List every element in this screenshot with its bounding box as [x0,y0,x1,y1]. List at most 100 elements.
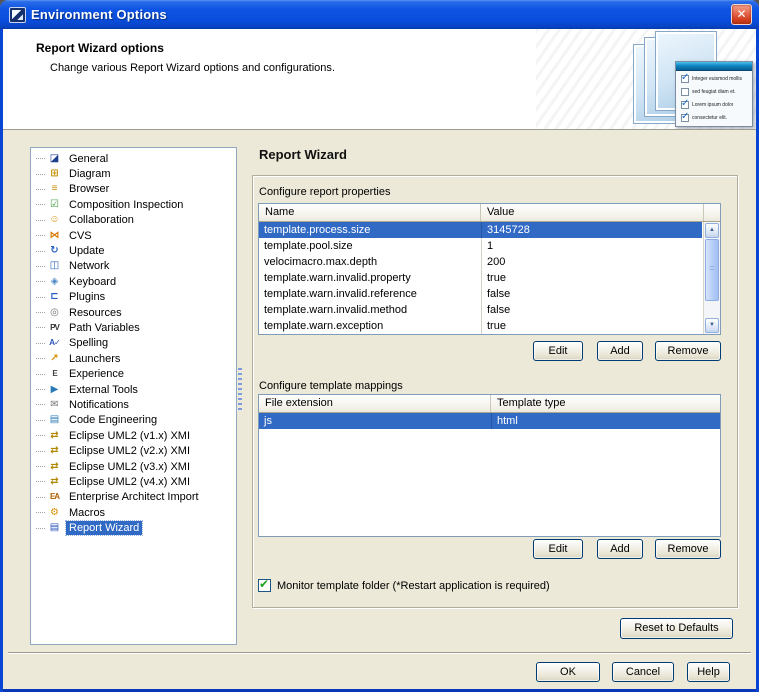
mapping-row[interactable]: jshtml [259,413,720,429]
sidebar-item-update[interactable]: ↻ Update [31,243,236,258]
sidebar-item-label: CVS [66,229,95,243]
sidebar-item-label: Composition Inspection [66,198,186,212]
sidebar-item-eclipse-uml2-v1-x-xmi[interactable]: ⇄Eclipse UML2 (v1.x) XMI [31,428,236,443]
properties-edit-button[interactable]: Edit [533,341,583,361]
checklist-item-label: Integer euismod mollis [692,76,742,82]
checklist-item: sed feugiat diam et. [681,87,748,97]
sidebar-item-experience[interactable]: EExperience [31,366,236,381]
cancel-button[interactable]: Cancel [612,662,674,682]
keyboard-icon: ◈ [47,275,62,289]
column-header-value[interactable]: Value [481,204,704,221]
checked-checkbox-icon [681,114,689,122]
properties-scrollbar[interactable]: ▲ ▼ [703,222,720,334]
sidebar-item-external-tools[interactable]: ▶External Tools [31,382,236,397]
sidebar-item-label: Experience [66,367,127,381]
sidebar-item-enterprise-architect-import[interactable]: EAEnterprise Architect Import [31,490,236,505]
ok-button[interactable]: OK [536,662,600,682]
resources-icon: ◎ [47,306,62,320]
tree-connector [36,158,45,159]
sidebar-item-label: Update [66,244,107,258]
tree-connector [36,389,45,390]
eclipse-uml2-v1-icon: ⇄ [47,429,62,443]
scroll-up-icon[interactable]: ▲ [705,223,719,238]
scroll-down-icon[interactable]: ▼ [705,318,719,333]
sidebar-item-label: Code Engineering [66,413,160,427]
sidebar-item-collaboration[interactable]: ☺Collaboration [31,213,236,228]
property-row[interactable]: template.process.size3145728 [259,222,702,238]
sidebar-item-cvs[interactable]: ⋈CVS [31,228,236,243]
sidebar-item-composition-inspection[interactable]: ☑Composition Inspection [31,197,236,212]
mappings-section-label: Configure template mappings [259,380,403,392]
sidebar-item-macros[interactable]: ⚙Macros [31,505,236,520]
sidebar-item-label: Diagram [66,167,114,181]
mappings-table-header[interactable]: File extension Template type [259,395,720,413]
cell-name: template.warn.invalid.property [259,270,481,286]
sidebar-item-keyboard[interactable]: ◈Keyboard [31,274,236,289]
title-bar[interactable]: Environment Options ✕ [0,0,759,29]
reset-to-defaults-button[interactable]: Reset to Defaults [620,618,733,639]
sidebar-item-label: Plugins [66,290,108,304]
mappings-add-button[interactable]: Add [597,539,643,559]
sidebar-item-network[interactable]: ◫Network [31,259,236,274]
sidebar-item-label: Launchers [66,352,123,366]
diagram-icon: ⊞ [47,167,62,181]
tree-connector [36,189,45,190]
sidebar-item-launchers[interactable]: ↗Launchers [31,351,236,366]
column-header-name[interactable]: Name [259,204,481,221]
sidebar-item-label: Path Variables [66,321,143,335]
property-row[interactable]: template.pool.size1 [259,238,702,254]
eclipse-uml2-v2-icon: ⇄ [47,444,62,458]
tree-connector [36,235,45,236]
cell-value: false [481,302,702,318]
sidebar-item-label: External Tools [66,383,141,397]
banner-description: Change various Report Wizard options and… [50,62,335,74]
splitter-handle[interactable] [238,368,242,413]
cell-name: template.warn.invalid.reference [259,286,481,302]
help-button[interactable]: Help [687,662,730,682]
eclipse-uml2-v3-icon: ⇄ [47,460,62,474]
sidebar-item-eclipse-uml2-v2-x-xmi[interactable]: ⇄Eclipse UML2 (v2.x) XMI [31,443,236,458]
sidebar-item-eclipse-uml2-v4-x-xmi[interactable]: ⇄Eclipse UML2 (v4.x) XMI [31,474,236,489]
sidebar-item-report-wizard[interactable]: ▤Report Wizard [31,520,236,535]
checklist-graphic: Integer euismod mollis sed feugiat diam e… [675,61,753,127]
checklist-item-label: sed feugiat diam et. [692,89,736,95]
sidebar-item-label: Resources [66,306,125,320]
property-row[interactable]: template.warn.invalid.propertytrue [259,270,702,286]
tree-connector [36,251,45,252]
property-row[interactable]: template.warn.invalid.referencefalse [259,286,702,302]
sidebar-item-spelling[interactable]: A✓Spelling [31,336,236,351]
column-header-file-extension[interactable]: File extension [259,395,491,412]
update-icon: ↻ [47,244,62,258]
sidebar-item-label: General [66,152,111,166]
cell-value: html [491,413,720,429]
sidebar-item-label: Spelling [66,336,111,350]
close-icon[interactable]: ✕ [731,4,752,25]
properties-add-button[interactable]: Add [597,341,643,361]
monitor-template-folder-row: ✔ Monitor template folder (*Restart appl… [258,579,550,592]
properties-table-header[interactable]: Name Value [259,204,720,222]
monitor-template-folder-checkbox[interactable]: ✔ [258,579,271,592]
sidebar-item-label: Eclipse UML2 (v4.x) XMI [66,475,193,489]
property-row[interactable]: velocimacro.max.depth200 [259,254,702,270]
property-row[interactable]: template.warn.invalid.methodfalse [259,302,702,318]
sidebar-item-code-engineering[interactable]: ▤Code Engineering [31,413,236,428]
property-row[interactable]: template.warn.exceptiontrue [259,318,702,334]
properties-remove-button[interactable]: Remove [655,341,721,361]
sidebar-item-general[interactable]: ◪General [31,151,236,166]
mappings-remove-button[interactable]: Remove [655,539,721,559]
sidebar-item-path-variables[interactable]: PV Path Variables [31,320,236,335]
sidebar-item-browser[interactable]: ≡Browser [31,182,236,197]
sidebar-item-diagram[interactable]: ⊞ Diagram [31,166,236,181]
sidebar-item-resources[interactable]: ◎ Resources [31,305,236,320]
sidebar-item-plugins[interactable]: ⊏Plugins [31,290,236,305]
mappings-edit-button[interactable]: Edit [533,539,583,559]
sidebar-item-eclipse-uml2-v3-x-xmi[interactable]: ⇄Eclipse UML2 (v3.x) XMI [31,459,236,474]
tree-connector [36,497,45,498]
path-variables-icon: PV [47,321,62,335]
scrollbar-thumb[interactable] [705,239,719,301]
sidebar-item-notifications[interactable]: ✉Notifications [31,397,236,412]
tree-connector [36,374,45,375]
checklist-item-label: consectetur elit. [692,115,727,121]
column-header-template-type[interactable]: Template type [491,395,720,412]
cell-name: template.pool.size [259,238,481,254]
